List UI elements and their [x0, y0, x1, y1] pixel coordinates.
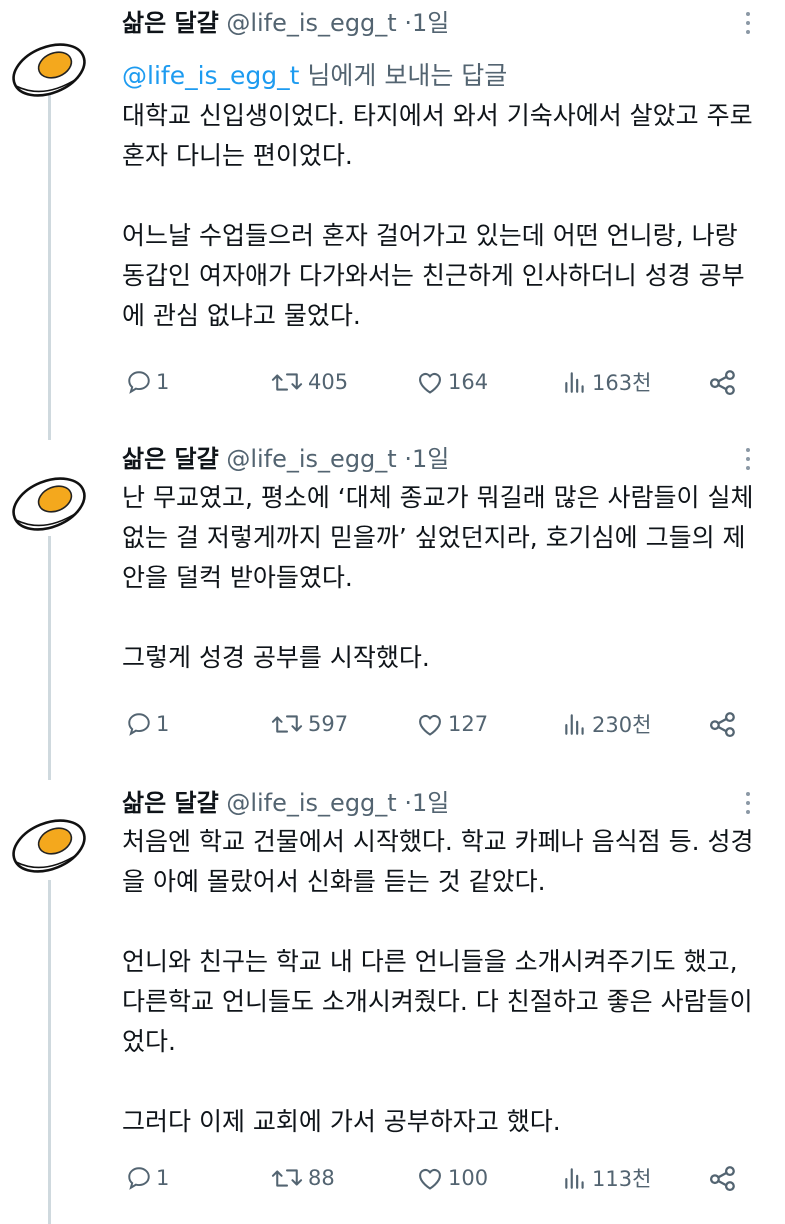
retweet-button[interactable]: 88 [270, 1162, 335, 1194]
tweet-paragraph: 언니와 친구는 학교 내 다른 언니들을 소개시켜주기도 했고, 다른학교 언니… [122, 947, 753, 1056]
author-handle[interactable]: @life_is_egg_t [226, 789, 396, 817]
tweet-header: 삶은 달걀 @life_is_egg_t ·1일 [122, 6, 449, 40]
tweet-time[interactable]: 1일 [412, 789, 449, 817]
views-count: 163천 [592, 371, 652, 395]
retweet-button[interactable]: 597 [270, 708, 348, 740]
reply-count: 1 [156, 712, 170, 736]
reply-mention-link[interactable]: @life_is_egg_t [122, 61, 299, 90]
separator-dot: · [404, 789, 412, 817]
retweet-icon [271, 715, 303, 733]
egg-avatar-icon[interactable] [4, 809, 94, 883]
tweet-actions: 1 597 127 230천 [122, 708, 742, 740]
tweet-header: 삶은 달걀 @life_is_egg_t ·1일 [122, 786, 449, 820]
like-icon [419, 372, 441, 394]
share-button[interactable] [708, 1162, 738, 1194]
reply-button[interactable]: 1 [126, 708, 169, 740]
tweet-paragraph: 그러다 이제 교회에 가서 공부하자고 했다. [122, 1107, 561, 1136]
reply-count: 1 [156, 370, 170, 394]
author-name[interactable]: 삶은 달걀 [122, 9, 219, 37]
views-count: 113천 [592, 1167, 652, 1191]
tweet-text: @life_is_egg_t 님에게 보내는 답글 대학교 신입생이었다. 타지… [122, 56, 762, 336]
like-icon [419, 714, 441, 736]
views-button[interactable]: 230천 [562, 708, 651, 740]
tweet-paragraph: 어느날 수업들으러 혼자 걸어가고 있는데 어떤 언니랑, 나랑 동갑인 여자애… [122, 221, 745, 330]
views-icon [565, 1168, 584, 1189]
share-icon [709, 712, 735, 738]
views-button[interactable]: 113천 [562, 1162, 651, 1194]
like-button[interactable]: 100 [416, 1162, 488, 1194]
views-button[interactable]: 163천 [562, 366, 651, 398]
retweet-count: 88 [308, 1166, 335, 1190]
egg-avatar-icon[interactable] [4, 467, 94, 541]
reply-button[interactable]: 1 [126, 366, 169, 398]
tweet-time[interactable]: 1일 [412, 9, 449, 37]
author-name[interactable]: 삶은 달걀 [122, 445, 219, 473]
tweet-paragraph: 처음엔 학교 건물에서 시작했다. 학교 카페나 음식점 등. 성경을 아예 몰… [122, 827, 754, 896]
tweet-text: 처음엔 학교 건물에서 시작했다. 학교 카페나 음식점 등. 성경을 아예 몰… [122, 822, 762, 1142]
tweet[interactable]: 삶은 달걀 @life_is_egg_t ·1일 처음엔 학교 건물에서 시작했… [0, 786, 785, 1224]
more-options-icon[interactable] [745, 792, 751, 818]
share-icon [709, 1166, 735, 1192]
tweet-paragraph: 그렇게 성경 공부를 시작했다. [122, 643, 430, 672]
like-count: 100 [448, 1166, 489, 1190]
separator-dot: · [404, 445, 412, 473]
tweet-paragraph: 난 무교였고, 평소에 ‘대체 종교가 뭐길래 많은 사람들이 실체 없는 걸 … [122, 483, 754, 592]
tweet-header: 삶은 달걀 @life_is_egg_t ·1일 [122, 442, 449, 476]
retweet-icon [271, 373, 303, 391]
tweet-text: 난 무교였고, 평소에 ‘대체 종교가 뭐길래 많은 사람들이 실체 없는 걸 … [122, 478, 762, 678]
share-button[interactable] [708, 708, 738, 740]
share-button[interactable] [708, 366, 738, 398]
egg-avatar-icon[interactable] [4, 33, 94, 107]
reply-to-suffix: 님에게 보내는 답글 [299, 61, 508, 90]
retweet-icon [271, 1169, 303, 1187]
more-options-icon[interactable] [745, 12, 751, 38]
more-options-icon[interactable] [745, 448, 751, 474]
tweet-actions: 1 405 164 163천 [122, 366, 742, 398]
reply-count: 1 [156, 1166, 170, 1190]
tweet-actions: 1 88 100 113천 [122, 1162, 742, 1194]
views-icon [565, 372, 584, 393]
author-handle[interactable]: @life_is_egg_t [226, 445, 396, 473]
separator-dot: · [404, 9, 412, 37]
like-button[interactable]: 127 [416, 708, 488, 740]
like-icon [419, 1168, 441, 1190]
tweet[interactable]: 삶은 달걀 @life_is_egg_t ·1일 난 무교였고, 평소에 ‘대체… [0, 442, 785, 772]
like-button[interactable]: 164 [416, 366, 488, 398]
like-count: 164 [448, 370, 489, 394]
reply-icon [128, 1167, 150, 1190]
reply-icon [128, 713, 150, 736]
author-name[interactable]: 삶은 달걀 [122, 789, 219, 817]
tweet-time[interactable]: 1일 [412, 445, 449, 473]
reply-to-line: @life_is_egg_t 님에게 보내는 답글 [122, 56, 762, 96]
reply-icon [128, 371, 150, 394]
reply-button[interactable]: 1 [126, 1162, 169, 1194]
tweet-paragraph: 대학교 신입생이었다. 타지에서 와서 기숙사에서 살았고 주로 혼자 다니는 … [122, 101, 753, 170]
retweet-count: 597 [308, 712, 349, 736]
like-count: 127 [448, 712, 489, 736]
tweet[interactable]: 삶은 달걀 @life_is_egg_t ·1일 @life_is_egg_t … [0, 6, 785, 436]
views-count: 230천 [592, 713, 652, 737]
views-icon [565, 714, 584, 735]
share-icon [709, 370, 735, 396]
retweet-button[interactable]: 405 [270, 366, 348, 398]
author-handle[interactable]: @life_is_egg_t [226, 9, 396, 37]
retweet-count: 405 [308, 370, 349, 394]
